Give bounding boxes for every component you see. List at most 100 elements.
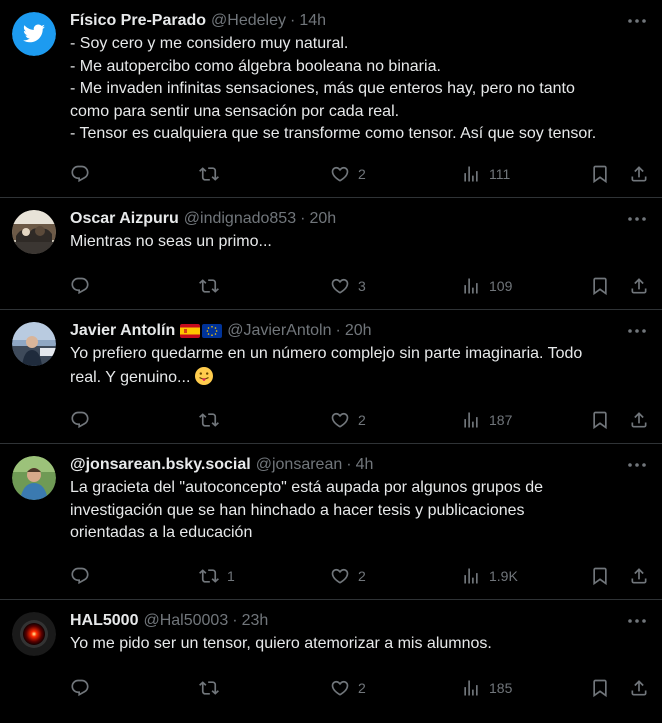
heart-icon	[331, 680, 349, 696]
views-icon	[464, 166, 478, 182]
reply-button[interactable]	[70, 407, 98, 433]
tweet-text: - Soy cero y me considero muy natural. -…	[70, 33, 616, 146]
share-icon	[631, 680, 647, 696]
tweet-text: Mientras no seas un primo...	[70, 231, 616, 254]
timestamp[interactable]: 20h	[345, 320, 372, 342]
bookmark-button[interactable]	[590, 563, 610, 589]
views-icon	[464, 412, 478, 428]
avatar[interactable]	[12, 456, 56, 500]
like-button[interactable]: 2	[330, 161, 366, 187]
share-button[interactable]	[629, 563, 649, 589]
bookmark-icon	[593, 165, 607, 184]
retweet-icon	[199, 279, 219, 293]
avatar[interactable]	[12, 12, 56, 56]
share-icon	[631, 278, 647, 294]
share-button[interactable]	[629, 161, 649, 187]
tweet-text-line: real. Y genuino...	[70, 366, 616, 390]
views-icon	[464, 680, 478, 696]
share-button[interactable]	[629, 273, 649, 299]
tweet[interactable]: Físico Pre-Parado @Hedeley · 14h - Soy c…	[0, 0, 662, 198]
views-icon	[464, 278, 478, 294]
like-button[interactable]: 2	[330, 675, 366, 701]
tongue-face-emoji-icon	[195, 366, 214, 385]
tweet[interactable]: Oscar Aizpuru @indignado853 · 20h Mientr…	[0, 198, 662, 310]
like-count: 3	[358, 278, 366, 294]
more-icon[interactable]	[626, 12, 648, 30]
tweet-header: Oscar Aizpuru @indignado853 · 20h	[70, 208, 616, 230]
views-button[interactable]: 111	[461, 161, 510, 187]
bookmark-button[interactable]	[590, 675, 610, 701]
retweet-button[interactable]	[199, 407, 227, 433]
avatar[interactable]	[12, 210, 56, 254]
tweet[interactable]: Javier Antolín @JavierAntoln · 20h Yo pr…	[0, 310, 662, 444]
display-name[interactable]: Oscar Aizpuru	[70, 208, 179, 230]
eu-flag-icon	[202, 324, 223, 338]
like-button[interactable]: 3	[330, 273, 366, 299]
display-name[interactable]: @jonsarean.bsky.social	[70, 454, 251, 476]
reply-icon	[71, 165, 89, 183]
avatar[interactable]	[12, 322, 56, 366]
reply-button[interactable]	[70, 161, 98, 187]
timestamp[interactable]: 23h	[242, 610, 269, 632]
tweet-text-line: investigación que se han hinchado a hace…	[70, 501, 525, 519]
more-icon[interactable]	[626, 210, 648, 228]
retweet-button[interactable]	[199, 675, 227, 701]
username[interactable]: @jonsarean	[256, 454, 343, 476]
display-name[interactable]: Físico Pre-Parado	[70, 10, 206, 32]
bookmark-button[interactable]	[590, 161, 610, 187]
display-name[interactable]: Javier Antolín	[70, 320, 175, 342]
display-name[interactable]: HAL5000	[70, 610, 138, 632]
like-button[interactable]: 2	[330, 563, 366, 589]
more-icon[interactable]	[626, 456, 648, 474]
like-button[interactable]: 2	[330, 407, 366, 433]
views-button[interactable]: 187	[461, 407, 512, 433]
retweet-button[interactable]	[199, 161, 227, 187]
tweet-header: Físico Pre-Parado @Hedeley · 14h	[70, 10, 616, 32]
bookmark-button[interactable]	[590, 273, 610, 299]
bookmark-icon	[593, 679, 607, 698]
view-count: 185	[489, 680, 513, 696]
tweet-text-line: Yo me pido ser un tensor, quiero atemori…	[70, 635, 492, 652]
spain-flag-icon	[180, 324, 201, 338]
tweet-text-line: - Tensor es cualquiera que se transforme…	[70, 125, 597, 142]
reply-button[interactable]	[70, 563, 98, 589]
tweet-text-segment: real. Y genuino...	[70, 368, 191, 386]
retweet-icon	[199, 167, 219, 181]
heart-icon	[331, 568, 349, 584]
reply-thread: Físico Pre-Parado @Hedeley · 14h - Soy c…	[0, 0, 662, 712]
tweet-header: @jonsarean.bsky.social @jonsarean · 4h	[70, 454, 616, 476]
reply-button[interactable]	[70, 675, 98, 701]
more-icon[interactable]	[626, 322, 648, 340]
timestamp[interactable]: 4h	[356, 454, 374, 476]
tweet[interactable]: @jonsarean.bsky.social @jonsarean · 4h L…	[0, 444, 662, 600]
avatar[interactable]	[12, 612, 56, 656]
share-button[interactable]	[629, 407, 649, 433]
bookmark-button[interactable]	[590, 407, 610, 433]
timestamp[interactable]: 14h	[299, 10, 326, 32]
reply-button[interactable]	[70, 273, 98, 299]
views-button[interactable]: 185	[461, 675, 512, 701]
heart-icon	[331, 278, 349, 294]
like-count: 2	[358, 166, 366, 182]
like-count: 2	[358, 568, 366, 584]
tweet-text-line: Yo prefiero quedarme en un número comple…	[70, 345, 583, 362]
username[interactable]: @indignado853	[184, 208, 296, 230]
username[interactable]: @JavierAntoln	[227, 320, 331, 342]
bookmark-icon	[593, 567, 607, 586]
share-icon	[631, 412, 647, 428]
retweet-button[interactable]: 1	[199, 563, 235, 589]
views-button[interactable]: 1.9K	[461, 563, 518, 589]
share-button[interactable]	[629, 675, 649, 701]
retweet-button[interactable]	[199, 273, 227, 299]
views-button[interactable]: 109	[461, 273, 512, 299]
username[interactable]: @Hedeley	[211, 10, 286, 32]
more-icon[interactable]	[626, 612, 648, 630]
reply-icon	[71, 679, 89, 697]
timestamp[interactable]: 20h	[309, 208, 336, 230]
username[interactable]: @Hal50003	[143, 610, 228, 632]
separator-dot: ·	[290, 12, 296, 29]
separator-dot: ·	[335, 322, 341, 339]
like-count: 2	[358, 680, 366, 696]
tweet[interactable]: HAL5000 @Hal50003 · 23h Yo me pido ser u…	[0, 600, 662, 712]
retweet-icon	[199, 413, 219, 427]
